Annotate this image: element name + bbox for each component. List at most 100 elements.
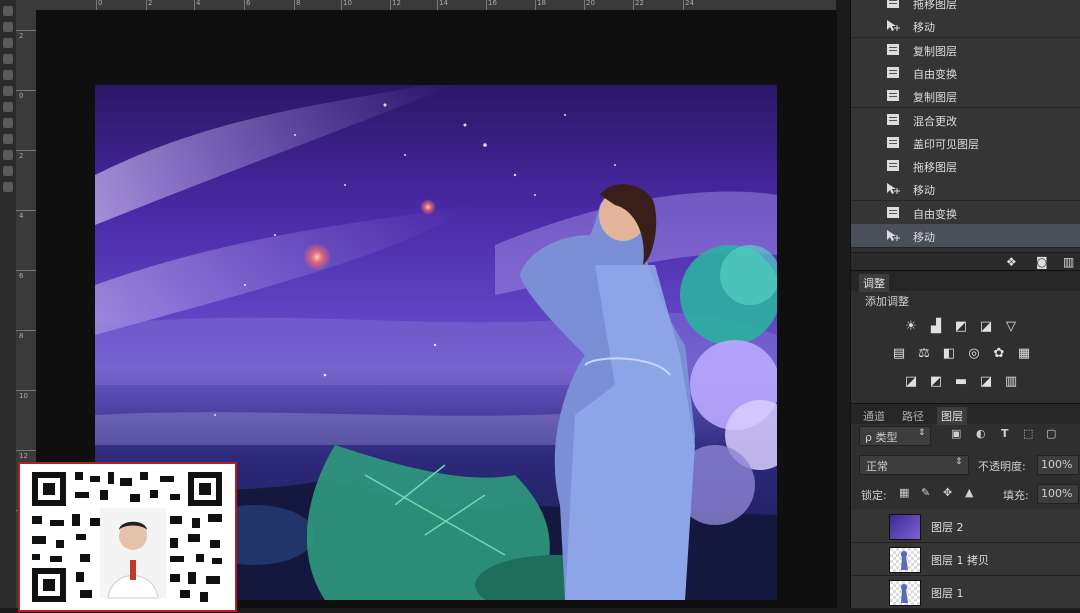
history-item[interactable]: 复制图层 bbox=[851, 37, 1080, 62]
ruler-tick: 10 bbox=[16, 390, 36, 400]
type-tool-icon[interactable] bbox=[3, 182, 13, 192]
new-snapshot-icon[interactable]: ❖ bbox=[1006, 255, 1017, 269]
trash-icon[interactable]: ▥ bbox=[1063, 255, 1074, 269]
history-item-label: 混合更改 bbox=[913, 114, 957, 128]
lock-all-icon[interactable]: ▲ bbox=[965, 486, 973, 499]
wand-tool-icon[interactable] bbox=[3, 54, 13, 64]
ruler-tick-label: 16 bbox=[488, 0, 497, 7]
crop-tool-icon[interactable] bbox=[3, 70, 13, 80]
history-item[interactable]: 复制图层 bbox=[851, 84, 1080, 109]
ruler-tick: 2 bbox=[146, 0, 152, 10]
move-tool-icon[interactable] bbox=[3, 6, 13, 16]
filter-smart-icon[interactable]: ▢ bbox=[1046, 427, 1056, 440]
color-balance-icon[interactable]: ⚖ bbox=[916, 347, 932, 361]
lock-move-icon[interactable]: ✥ bbox=[943, 486, 952, 499]
visibility-eye-icon[interactable] bbox=[865, 586, 877, 596]
document-icon bbox=[886, 159, 900, 172]
ruler-tick: 0 bbox=[96, 0, 102, 10]
layer-row[interactable]: 图层 1 bbox=[851, 576, 1080, 609]
document-icon bbox=[886, 136, 900, 149]
ruler-tick-label: 2 bbox=[148, 0, 153, 7]
fill-field[interactable]: 100% bbox=[1037, 484, 1079, 504]
ruler-tick: 20 bbox=[584, 0, 595, 10]
stamp-tool-icon[interactable] bbox=[3, 118, 13, 128]
lock-paint-icon[interactable]: ✎ bbox=[921, 486, 930, 499]
eraser-tool-icon[interactable] bbox=[3, 134, 13, 144]
document-icon bbox=[886, 206, 900, 219]
ruler-tick: 10 bbox=[341, 0, 352, 10]
black-white-icon[interactable]: ◧ bbox=[941, 347, 957, 361]
ruler-tick: 14 bbox=[437, 0, 448, 10]
layer-row[interactable]: 图层 2 bbox=[851, 510, 1080, 543]
gradient-tool-icon[interactable] bbox=[3, 150, 13, 160]
lock-label: 锁定: bbox=[861, 489, 887, 502]
ruler-tick-label: 4 bbox=[19, 212, 24, 220]
tab-paths[interactable]: 路径 bbox=[898, 407, 928, 425]
tab-layers[interactable]: 图层 bbox=[937, 407, 967, 425]
visibility-eye-icon[interactable] bbox=[865, 520, 877, 530]
hue-saturation-icon[interactable]: ▤ bbox=[891, 347, 907, 361]
levels-icon[interactable]: ▟ bbox=[928, 320, 944, 334]
history-item-label: 移动 bbox=[913, 184, 935, 198]
camera-icon[interactable]: ◙ bbox=[1036, 255, 1048, 269]
qr-code-icon bbox=[20, 464, 235, 610]
horizontal-ruler[interactable]: 0 2 4 6 8 10 12 14 16 18 20 22 24 bbox=[16, 0, 836, 11]
ruler-tick-label: 24 bbox=[685, 0, 694, 7]
brightness-icon[interactable]: ☀ bbox=[903, 320, 919, 334]
invert-icon[interactable]: ◪ bbox=[903, 375, 919, 389]
tab-adjustments[interactable]: 调整 bbox=[859, 274, 889, 292]
ruler-tick-label: 20 bbox=[586, 0, 595, 7]
filter-pixel-icon[interactable]: ▣ bbox=[951, 427, 961, 440]
history-item[interactable]: 移动 bbox=[851, 177, 1080, 202]
ruler-tick: 6 bbox=[244, 0, 250, 10]
tools-panel bbox=[0, 0, 17, 608]
tab-channels[interactable]: 通道 bbox=[859, 407, 889, 425]
threshold-icon[interactable]: ▬ bbox=[953, 375, 969, 389]
color-lookup-icon[interactable]: ▦ bbox=[1016, 347, 1032, 361]
posterize-icon[interactable]: ◩ bbox=[928, 375, 944, 389]
layer-row[interactable]: 图层 1 拷贝 bbox=[851, 543, 1080, 576]
ruler-tick: 16 bbox=[486, 0, 497, 10]
exposure-icon[interactable]: ◪ bbox=[978, 320, 994, 334]
layer-filter-select[interactable]: ρ 类型 ⇕ bbox=[859, 426, 931, 446]
history-item[interactable]: 拖移图层 bbox=[851, 154, 1080, 179]
history-item[interactable]: 混合更改 bbox=[851, 107, 1080, 132]
ruler-tick: 22 bbox=[633, 0, 644, 10]
curves-icon[interactable]: ◩ bbox=[953, 320, 969, 334]
marquee-tool-icon[interactable] bbox=[3, 22, 13, 32]
history-item[interactable]: 盖印可见图层 bbox=[851, 130, 1080, 155]
chevron-down-icon: ⇕ bbox=[918, 428, 926, 438]
filter-type-icon[interactable]: T bbox=[1001, 427, 1009, 440]
ruler-tick-label: 22 bbox=[635, 0, 644, 7]
fill-label: 填充: bbox=[1003, 489, 1029, 502]
gradient-map-icon[interactable]: ▥ bbox=[1003, 375, 1019, 389]
opacity-field[interactable]: 100% bbox=[1037, 455, 1079, 475]
document-icon bbox=[886, 66, 900, 79]
photo-filter-icon[interactable]: ◎ bbox=[966, 347, 982, 361]
selective-color-icon[interactable]: ◪ bbox=[978, 375, 994, 389]
layer-thumbnail bbox=[889, 580, 921, 606]
channel-mixer-icon[interactable]: ✿ bbox=[991, 347, 1007, 361]
ruler-tick-label: 8 bbox=[19, 332, 24, 340]
ruler-tick: 4 bbox=[194, 0, 200, 10]
filter-adjustment-icon[interactable]: ◐ bbox=[976, 427, 986, 440]
history-item-label: 拖移图层 bbox=[913, 0, 957, 11]
blend-mode-select[interactable]: 正常 ⇕ bbox=[859, 455, 969, 475]
history-item[interactable]: 移动 bbox=[851, 224, 1080, 248]
ruler-tick: 18 bbox=[535, 0, 546, 10]
layer-name: 图层 1 拷贝 bbox=[931, 554, 989, 567]
ruler-tick: 4 bbox=[16, 210, 36, 220]
filter-shape-icon[interactable]: ⬚ bbox=[1023, 427, 1033, 440]
lasso-tool-icon[interactable] bbox=[3, 38, 13, 48]
history-item[interactable]: 拖移图层 bbox=[851, 0, 1080, 15]
history-item[interactable]: 移动 bbox=[851, 14, 1080, 39]
vibrance-icon[interactable]: ▽ bbox=[1003, 320, 1019, 334]
history-item[interactable]: 自由变换 bbox=[851, 60, 1080, 85]
pen-tool-icon[interactable] bbox=[3, 166, 13, 176]
visibility-eye-icon[interactable] bbox=[865, 553, 877, 563]
ruler-tick-label: 6 bbox=[19, 272, 24, 280]
history-item[interactable]: 自由变换 bbox=[851, 200, 1080, 225]
brush-tool-icon[interactable] bbox=[3, 102, 13, 112]
eyedropper-tool-icon[interactable] bbox=[3, 86, 13, 96]
lock-transparent-icon[interactable]: ▦ bbox=[899, 486, 909, 499]
